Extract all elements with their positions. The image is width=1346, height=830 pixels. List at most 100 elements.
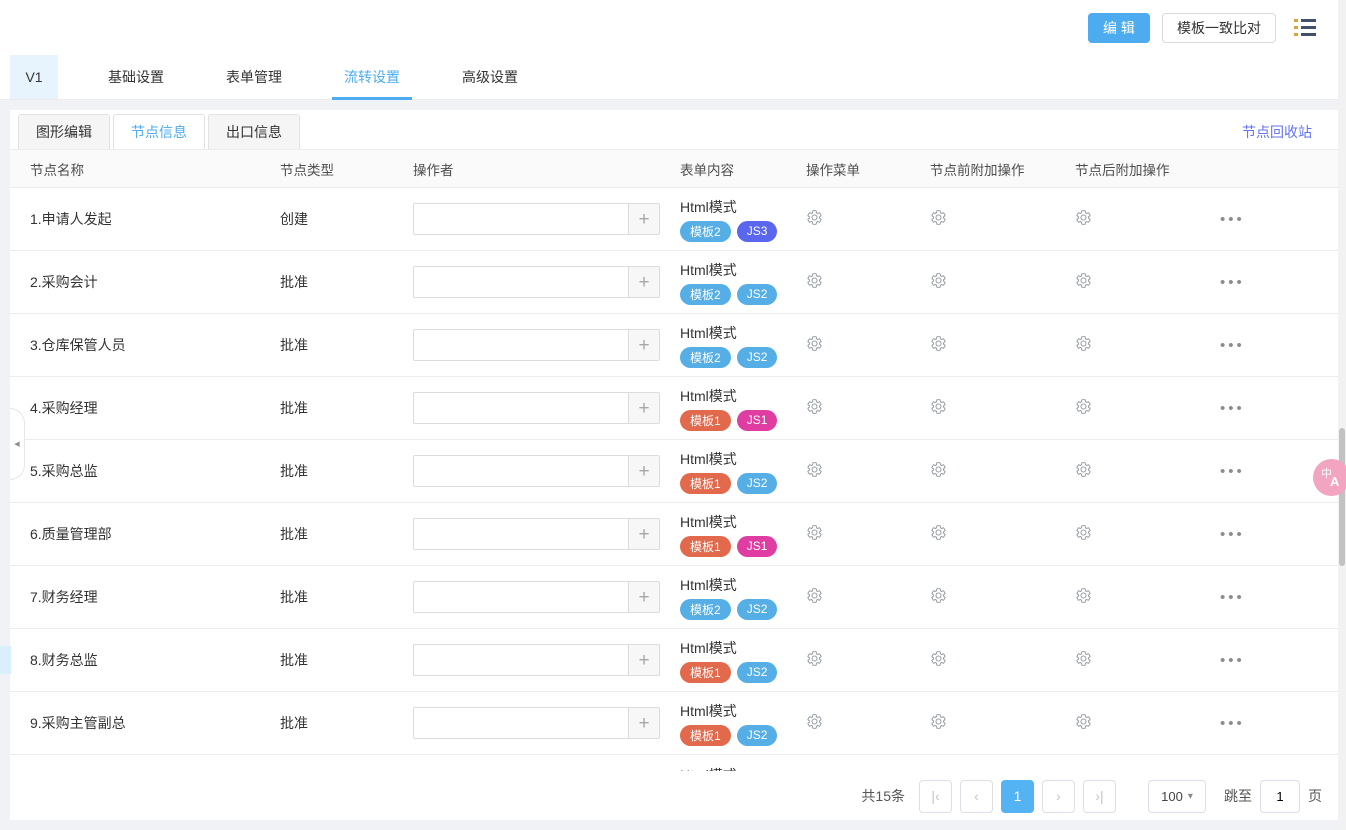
subtab-graph-edit[interactable]: 图形编辑	[18, 114, 110, 149]
template-badge[interactable]: 模板1	[680, 536, 731, 557]
template-badge[interactable]: 模板2	[680, 221, 731, 242]
add-operator-button[interactable]: +	[628, 329, 660, 361]
js-badge[interactable]: JS1	[737, 410, 778, 431]
add-operator-button[interactable]: +	[628, 392, 660, 424]
pre-action-gear-icon[interactable]	[930, 272, 947, 289]
post-action-gear-icon[interactable]	[1075, 713, 1092, 730]
post-action-gear-icon[interactable]	[1075, 461, 1092, 478]
js-badge[interactable]: JS2	[737, 473, 778, 494]
node-recycle-bin-link[interactable]: 节点回收站	[1242, 122, 1312, 142]
pre-action-gear-icon[interactable]	[930, 587, 947, 604]
action-menu-gear-icon[interactable]	[806, 272, 823, 289]
add-operator-button[interactable]: +	[628, 581, 660, 613]
operator-input[interactable]	[413, 329, 628, 361]
more-actions-button[interactable]: •••	[1220, 337, 1245, 354]
more-actions-button[interactable]: •••	[1220, 652, 1245, 669]
post-action-gear-icon[interactable]	[1075, 650, 1092, 667]
js-badge[interactable]: JS2	[737, 662, 778, 683]
add-operator-button[interactable]: +	[628, 455, 660, 487]
action-menu-gear-icon[interactable]	[806, 335, 823, 352]
post-action-gear-icon[interactable]	[1075, 587, 1092, 604]
prev-page-button[interactable]: ‹	[960, 780, 993, 813]
tab-flow-settings[interactable]: 流转设置	[332, 55, 412, 99]
more-cell: •••	[1200, 589, 1338, 606]
tab-advanced-settings[interactable]: 高级设置	[450, 55, 530, 99]
form-mode-label: Html模式	[680, 260, 786, 280]
operator-input[interactable]	[413, 518, 628, 550]
more-actions-button[interactable]: •••	[1220, 400, 1245, 417]
pre-action-gear-icon[interactable]	[930, 713, 947, 730]
table-row: 5.采购总监 批准 + Html模式 模板1 JS2	[10, 440, 1338, 503]
template-badge[interactable]: 模板2	[680, 284, 731, 305]
edit-button[interactable]: 编 辑	[1088, 13, 1150, 43]
js-badge[interactable]: JS2	[737, 347, 778, 368]
add-operator-button[interactable]: +	[628, 203, 660, 235]
action-menu-gear-icon[interactable]	[806, 209, 823, 226]
more-actions-button[interactable]: •••	[1220, 589, 1245, 606]
action-menu-gear-icon[interactable]	[806, 461, 823, 478]
template-badge[interactable]: 模板1	[680, 473, 731, 494]
post-action-gear-icon[interactable]	[1075, 524, 1092, 541]
action-menu-gear-icon[interactable]	[806, 524, 823, 541]
tab-form-management[interactable]: 表单管理	[214, 55, 294, 99]
subtab-node-info[interactable]: 节点信息	[113, 114, 205, 149]
pre-action-gear-icon[interactable]	[930, 650, 947, 667]
jump-page-input[interactable]	[1260, 780, 1300, 813]
template-badge[interactable]: 模板1	[680, 410, 731, 431]
current-page-button[interactable]: 1	[1001, 780, 1034, 813]
next-page-button[interactable]: ›	[1042, 780, 1075, 813]
pre-action-gear-icon[interactable]	[930, 461, 947, 478]
action-menu-gear-icon[interactable]	[806, 398, 823, 415]
operator-input[interactable]	[413, 392, 628, 424]
pre-action-gear-icon[interactable]	[930, 524, 947, 541]
js-badge[interactable]: JS2	[737, 284, 778, 305]
subtab-exit-info[interactable]: 出口信息	[208, 114, 300, 149]
form-mode-label: Html模式	[680, 701, 786, 721]
pre-action-gear-icon[interactable]	[930, 335, 947, 352]
add-operator-button[interactable]: +	[628, 644, 660, 676]
operator-input[interactable]	[413, 707, 628, 739]
operator-input[interactable]	[413, 455, 628, 487]
scrollbar-thumb[interactable]	[1339, 428, 1345, 566]
page-size-select[interactable]: 100 ▾	[1148, 780, 1206, 813]
drawer-collapse-handle[interactable]: ◀	[10, 408, 25, 480]
list-menu-icon[interactable]	[1294, 19, 1316, 37]
form-content-cell: Html模式 模板2 JS2	[660, 260, 786, 305]
add-operator-button[interactable]: +	[628, 266, 660, 298]
action-menu-gear-icon[interactable]	[806, 713, 823, 730]
post-action-gear-icon[interactable]	[1075, 335, 1092, 352]
operator-input[interactable]	[413, 644, 628, 676]
more-actions-button[interactable]: •••	[1220, 211, 1245, 228]
operator-input[interactable]	[413, 266, 628, 298]
pre-action-gear-icon[interactable]	[930, 209, 947, 226]
operator-input[interactable]	[413, 203, 628, 235]
post-action-gear-icon[interactable]	[1075, 398, 1092, 415]
add-operator-button[interactable]: +	[628, 707, 660, 739]
js-badge[interactable]: JS3	[737, 221, 778, 242]
js-badge[interactable]: JS1	[737, 536, 778, 557]
first-page-button[interactable]: |‹	[919, 780, 952, 813]
operator-input-group: +	[413, 266, 660, 298]
pre-action-gear-icon[interactable]	[930, 398, 947, 415]
template-badge[interactable]: 模板2	[680, 347, 731, 368]
template-compare-button[interactable]: 模板一致比对	[1162, 13, 1276, 43]
more-actions-button[interactable]: •••	[1220, 274, 1245, 291]
js-badge[interactable]: JS2	[737, 599, 778, 620]
add-operator-button[interactable]: +	[628, 518, 660, 550]
template-badge[interactable]: 模板1	[680, 725, 731, 746]
post-action-gear-icon[interactable]	[1075, 272, 1092, 289]
more-actions-button[interactable]: •••	[1220, 715, 1245, 732]
template-badge[interactable]: 模板2	[680, 599, 731, 620]
post-action-gear-icon[interactable]	[1075, 209, 1092, 226]
more-actions-button[interactable]: •••	[1220, 463, 1245, 480]
operator-input[interactable]	[413, 581, 628, 613]
translate-float-button[interactable]: 中 A	[1313, 459, 1346, 496]
more-actions-button[interactable]: •••	[1220, 526, 1245, 543]
last-page-button[interactable]: ›|	[1083, 780, 1116, 813]
action-menu-gear-icon[interactable]	[806, 650, 823, 667]
template-badge[interactable]: 模板1	[680, 662, 731, 683]
js-badge[interactable]: JS2	[737, 725, 778, 746]
version-tab[interactable]: V1	[10, 55, 58, 99]
tab-basic-settings[interactable]: 基础设置	[96, 55, 176, 99]
action-menu-gear-icon[interactable]	[806, 587, 823, 604]
